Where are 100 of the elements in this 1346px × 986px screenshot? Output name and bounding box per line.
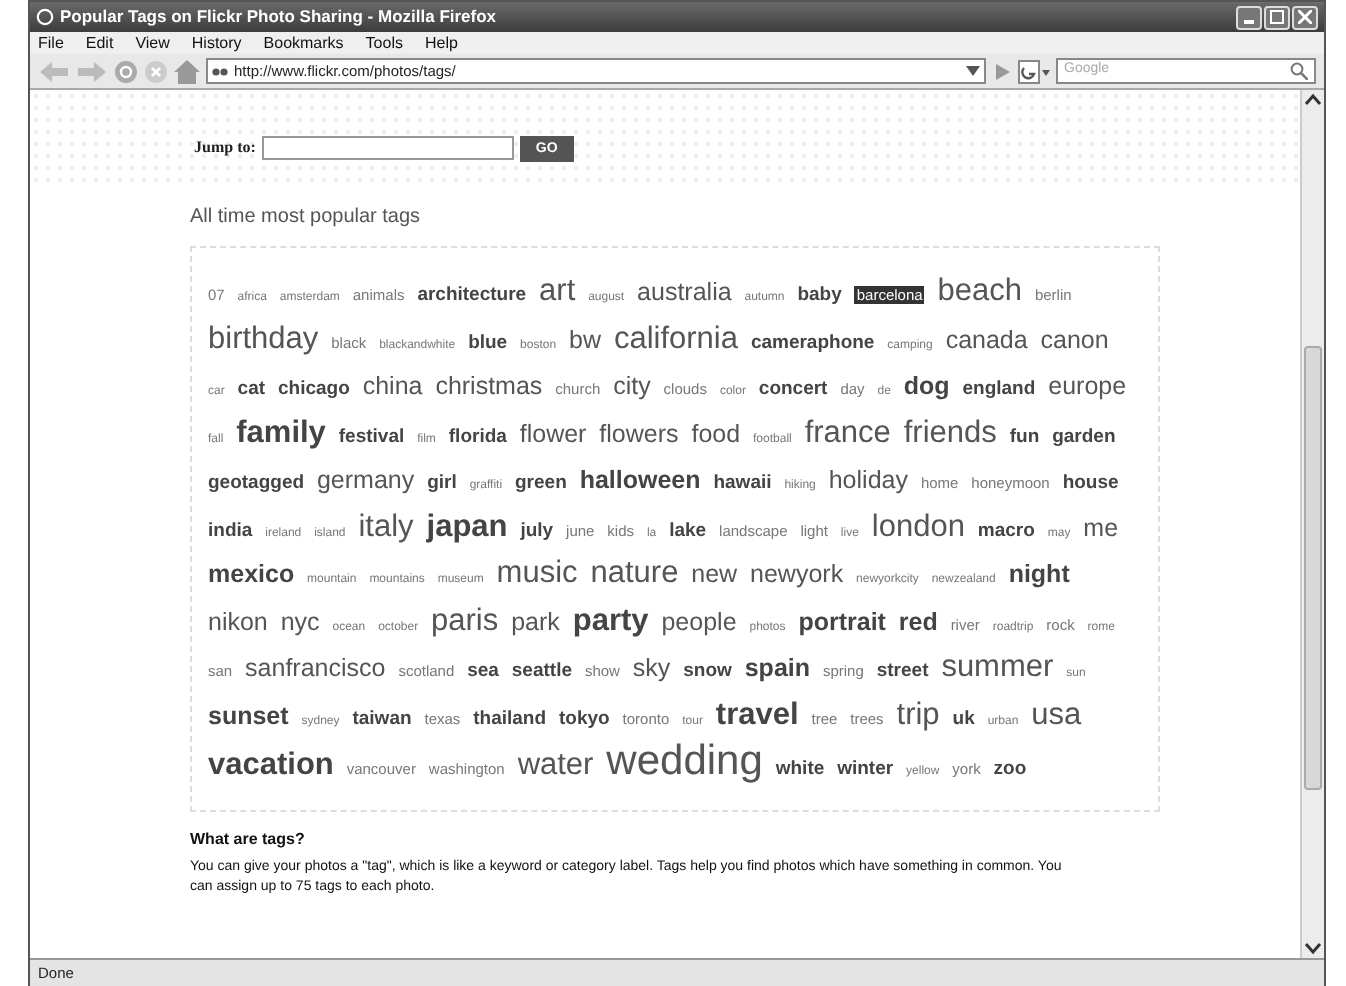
tag-link[interactable]: winter [837, 758, 894, 780]
menu-item[interactable]: Edit [85, 31, 114, 55]
tag-link[interactable]: europe [1048, 372, 1127, 400]
menu-item[interactable]: File [38, 31, 64, 55]
tag-link[interactable]: halloween [579, 466, 701, 494]
tag-link[interactable]: nyc [280, 607, 320, 635]
tag-link[interactable]: seattle [511, 660, 572, 682]
tag-link[interactable]: party [572, 603, 649, 637]
tag-link[interactable]: australia [637, 278, 732, 306]
tag-link[interactable]: birthday [208, 321, 319, 355]
tag-link[interactable]: friends [903, 415, 997, 449]
tag-link[interactable]: india [208, 519, 253, 541]
scroll-down-icon[interactable] [1302, 938, 1324, 958]
tag-link[interactable]: usa [1031, 697, 1082, 731]
tag-link[interactable]: portrait [798, 607, 886, 635]
tag-link[interactable]: mexico [208, 560, 295, 588]
tag-link[interactable]: family [236, 415, 326, 449]
tag-link[interactable]: london [871, 509, 965, 543]
tag-link[interactable]: city [613, 372, 651, 400]
tag-link[interactable]: cameraphone [750, 331, 875, 353]
tag-link[interactable]: france [804, 415, 891, 449]
go-arrow-icon[interactable] [992, 61, 1012, 81]
tag-link[interactable]: girl [427, 472, 457, 494]
tag-link[interactable]: green [515, 472, 567, 494]
tag-link[interactable]: house [1062, 472, 1119, 494]
tag-link[interactable]: water [517, 748, 594, 782]
tag-link[interactable]: china [362, 372, 423, 400]
tag-link[interactable]: me [1083, 513, 1119, 541]
tag-link[interactable]: new [691, 560, 738, 588]
search-engine-icon[interactable] [1018, 59, 1050, 83]
tag-link[interactable]: architecture [417, 284, 527, 306]
dropdown-arrow-icon[interactable] [966, 66, 980, 76]
tag-link[interactable]: music [496, 556, 578, 590]
tag-link[interactable]: festival [338, 425, 405, 447]
jump-field[interactable] [261, 136, 514, 160]
tag-link[interactable]: lake [669, 519, 707, 541]
tag-link[interactable]: white [775, 758, 825, 780]
menu-item[interactable]: Tools [365, 31, 403, 55]
tag-link[interactable]: vacation [208, 748, 334, 782]
tag-link[interactable]: spain [744, 654, 811, 682]
tag-link[interactable]: newyork [750, 560, 844, 588]
tag-link[interactable]: garden [1052, 425, 1116, 447]
tag-link[interactable]: chicago [277, 378, 350, 400]
menu-item[interactable]: History [191, 31, 242, 55]
tag-link[interactable]: cat [237, 378, 266, 400]
tag-link[interactable]: red [898, 607, 938, 635]
tag-link[interactable]: hawaii [713, 472, 772, 494]
tag-link[interactable]: canada [945, 325, 1028, 353]
tag-link[interactable]: trip [896, 697, 940, 731]
tag-link[interactable]: baby [797, 284, 842, 306]
menu-item[interactable]: View [135, 31, 170, 55]
tag-link[interactable]: holiday [828, 466, 908, 494]
tag-link[interactable]: bw [569, 325, 601, 353]
tag-link[interactable]: food [691, 419, 741, 447]
tag-link[interactable]: street [876, 660, 929, 682]
tag-link[interactable]: concert [758, 378, 828, 400]
tag-link[interactable]: beach [937, 274, 1022, 308]
menu-item[interactable]: Bookmarks [263, 31, 344, 55]
tag-link[interactable]: uk [952, 707, 975, 729]
scroll-up-icon[interactable] [1302, 90, 1324, 110]
tag-link[interactable]: geotagged [208, 472, 305, 494]
tag-link[interactable]: italy [358, 509, 414, 543]
menu-item[interactable]: Help [424, 31, 458, 55]
tag-link[interactable]: zoo [993, 758, 1027, 780]
tag-link[interactable]: fun [1009, 425, 1040, 447]
tag-link[interactable]: paris [431, 603, 499, 637]
maximize-button[interactable] [1264, 5, 1290, 29]
close-button[interactable] [1292, 5, 1318, 29]
tag-link[interactable]: sanfrancisco [245, 654, 386, 682]
tag-link[interactable]: christmas [435, 372, 543, 400]
vertical-scrollbar[interactable] [1300, 90, 1324, 958]
tag-link[interactable]: flower [519, 419, 587, 447]
tag-link[interactable]: sunset [208, 701, 289, 729]
tag-link[interactable]: nikon [208, 607, 268, 635]
tag-link[interactable]: germany [316, 466, 415, 494]
tag-link[interactable]: summer [941, 650, 1054, 684]
tag-link[interactable]: florida [448, 425, 507, 447]
tag-link[interactable]: taiwan [352, 707, 412, 729]
tag-link[interactable]: sea [467, 660, 499, 682]
tag-link[interactable]: nature [590, 556, 679, 590]
tag-link[interactable]: sky [632, 654, 671, 682]
tag-link[interactable]: macro [977, 519, 1035, 541]
minimize-button[interactable] [1236, 5, 1262, 29]
tag-link[interactable]: july [520, 519, 554, 541]
tag-link[interactable]: dog [903, 372, 950, 400]
tag-link[interactable]: blue [468, 331, 508, 353]
tag-link[interactable]: art [539, 274, 576, 308]
tag-link[interactable]: canon [1040, 325, 1109, 353]
reload-icon[interactable] [114, 59, 138, 83]
tag-link[interactable]: california [613, 321, 738, 355]
home-icon[interactable] [174, 59, 200, 83]
tag-link[interactable]: flowers [599, 419, 679, 447]
tag-link[interactable]: thailand [473, 707, 547, 729]
tag-link[interactable]: wedding [606, 738, 763, 784]
tag-link[interactable]: people [661, 607, 737, 635]
tag-link[interactable]: japan [426, 509, 508, 543]
tag-link[interactable]: england [962, 378, 1036, 400]
tag-link[interactable]: travel [715, 697, 799, 731]
tag-link[interactable]: park [511, 607, 560, 635]
tag-link[interactable]: snow [683, 660, 732, 682]
